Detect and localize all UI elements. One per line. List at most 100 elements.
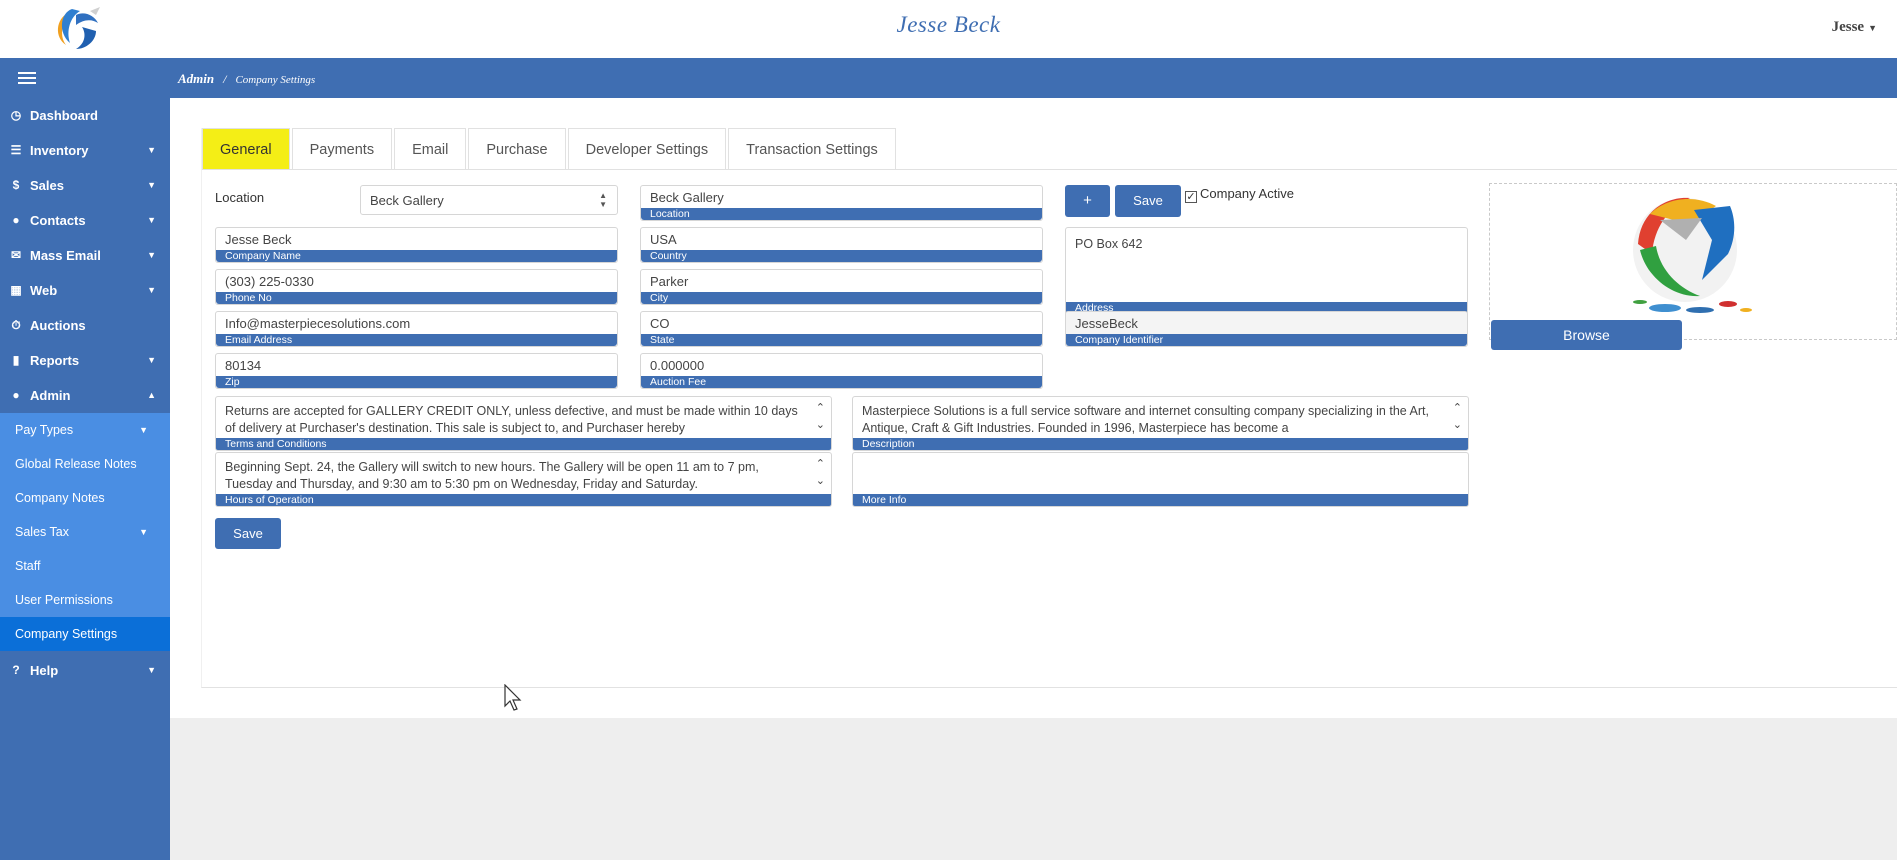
phone-value: (303) 225-0330 <box>225 274 314 289</box>
add-location-button[interactable]: + <box>1065 185 1110 217</box>
email-field[interactable]: Info@masterpiecesolutions.com Email Addr… <box>215 311 618 347</box>
scroll-arrows-icon[interactable]: ⌃ ⌄ <box>1453 400 1462 434</box>
tab-bar: General Payments Email Purchase Develope… <box>202 128 898 170</box>
more-info-textarea[interactable]: More Info <box>852 452 1469 507</box>
company-name-label: Company Name <box>216 250 617 262</box>
save-top-button[interactable]: Save <box>1115 185 1181 217</box>
email-label: Email Address <box>216 334 617 346</box>
settings-card: General Payments Email Purchase Develope… <box>201 128 1897 688</box>
hours-label: Hours of Operation <box>216 494 831 506</box>
sidebar-item-label: Contacts <box>30 213 86 228</box>
caret-down-icon: ▼ <box>139 527 148 537</box>
phone-field[interactable]: (303) 225-0330 Phone No <box>215 269 618 305</box>
terms-label: Terms and Conditions <box>216 438 831 450</box>
dollar-icon: $ <box>12 178 20 192</box>
tab-payments[interactable]: Payments <box>291 128 393 170</box>
mouse-cursor-icon <box>504 683 522 717</box>
sidebar-item-label: Company Settings <box>15 627 118 641</box>
description-textarea[interactable]: Masterpiece Solutions is a full service … <box>852 396 1469 451</box>
sidebar-item-web[interactable]: ▦ Web ▼ <box>0 273 170 308</box>
caret-down-icon: ▼ <box>147 285 156 295</box>
auction-fee-value: 0.000000 <box>650 358 705 373</box>
sidebar-item-inventory[interactable]: ☰ Inventory ▼ <box>0 133 170 168</box>
caret-down-icon: ▼ <box>147 355 156 365</box>
user-menu[interactable]: Jesse ▼ <box>1832 19 1877 36</box>
hours-textarea[interactable]: Beginning Sept. 24, the Gallery will swi… <box>215 452 832 507</box>
sidebar-item-sales-tax[interactable]: Sales Tax ▼ <box>0 515 170 549</box>
sidebar-item-mass-email[interactable]: ✉ Mass Email ▼ <box>0 238 170 273</box>
scroll-arrows-icon[interactable]: ⌃ ⌄ <box>816 400 825 434</box>
tab-email[interactable]: Email <box>394 128 467 170</box>
sidebar-item-help[interactable]: ? Help ▼ <box>0 653 170 688</box>
terms-value: Returns are accepted for GALLERY CREDIT … <box>225 404 798 435</box>
company-logo-image <box>1633 197 1752 313</box>
zip-field[interactable]: 80134 Zip <box>215 353 618 389</box>
phone-label: Phone No <box>216 292 617 304</box>
sidebar-item-admin[interactable]: ● Admin ▲ <box>0 378 170 413</box>
tab-general[interactable]: General <box>202 128 290 170</box>
city-field[interactable]: Parker City <box>640 269 1043 305</box>
save-bottom-button[interactable]: Save <box>215 518 281 549</box>
hamburger-menu-icon[interactable] <box>18 72 36 84</box>
sidebar-item-company-settings[interactable]: Company Settings <box>0 617 170 651</box>
more-info-value <box>862 459 1444 493</box>
sidebar-item-reports[interactable]: ▮ Reports ▼ <box>0 343 170 378</box>
location-select-value: Beck Gallery <box>370 193 444 208</box>
sidebar-item-label: Pay Types <box>15 423 74 437</box>
location-select[interactable]: Beck Gallery ▲ ▼ <box>360 185 618 215</box>
app-title: Jesse Beck <box>896 12 1001 37</box>
company-logo-dropzone[interactable] <box>1489 183 1897 340</box>
terms-textarea[interactable]: Returns are accepted for GALLERY CREDIT … <box>215 396 832 451</box>
caret-up-icon: ▲ <box>147 390 156 400</box>
company-active-checkbox[interactable]: ✓ Company Active <box>1185 186 1294 203</box>
sidebar-item-contacts[interactable]: ● Contacts ▼ <box>0 203 170 238</box>
tab-developer-settings[interactable]: Developer Settings <box>567 128 727 170</box>
sidebar-item-staff[interactable]: Staff <box>0 549 170 583</box>
city-label: City <box>641 292 1042 304</box>
description-label: Description <box>853 438 1468 450</box>
browse-button[interactable]: Browse <box>1491 320 1682 350</box>
breadcrumb-root[interactable]: Admin <box>178 71 214 86</box>
timer-icon: ⏱ <box>11 318 21 332</box>
sidebar-item-dashboard[interactable]: ◷ Dashboard <box>0 98 170 133</box>
caret-down-icon: ▼ <box>147 180 156 190</box>
more-info-label: More Info <box>853 494 1468 506</box>
user-icon: ● <box>12 213 20 227</box>
caret-down-icon: ▼ <box>1868 22 1877 33</box>
location-field-label: Location <box>641 208 1042 220</box>
caret-down-icon: ▼ <box>147 665 156 675</box>
sidebar-item-pay-types[interactable]: Pay Types ▼ <box>0 413 170 447</box>
city-value: Parker <box>650 274 689 289</box>
sidebar-item-label: Help <box>30 663 59 678</box>
main-panel: General Payments Email Purchase Develope… <box>170 98 1897 718</box>
company-identifier-field[interactable]: JesseBeck Company Identifier <box>1065 311 1468 347</box>
sidebar-item-label: Mass Email <box>30 248 101 263</box>
tab-divider <box>202 169 1897 170</box>
sidebar-item-label: Dashboard <box>30 108 98 123</box>
location-field-value: Beck Gallery <box>650 190 724 205</box>
caret-down-icon: ▼ <box>147 145 156 155</box>
auction-fee-field[interactable]: 0.000000 Auction Fee <box>640 353 1043 389</box>
scroll-arrows-icon[interactable]: ⌃ ⌄ <box>816 456 825 490</box>
company-name-field[interactable]: Jesse Beck Company Name <box>215 227 618 263</box>
company-active-label: Company Active <box>1200 186 1294 201</box>
caret-down-icon: ▼ <box>147 250 156 260</box>
sidebar-item-label: Inventory <box>30 143 89 158</box>
location-field[interactable]: Beck Gallery Location <box>640 185 1043 221</box>
description-value: Masterpiece Solutions is a full service … <box>862 404 1429 435</box>
tab-purchase[interactable]: Purchase <box>468 128 566 170</box>
list-icon: ☰ <box>10 143 22 157</box>
sidebar-item-global-release-notes[interactable]: Global Release Notes <box>0 447 170 481</box>
sidebar-item-company-notes[interactable]: Company Notes <box>0 481 170 515</box>
sidebar-item-label: Auctions <box>30 318 86 333</box>
hours-value: Beginning Sept. 24, the Gallery will swi… <box>225 460 759 491</box>
sidebar-item-user-permissions[interactable]: User Permissions <box>0 583 170 617</box>
address-field[interactable]: PO Box 642 Address <box>1065 227 1468 315</box>
clipboard-icon: ▮ <box>12 353 20 367</box>
sidebar-item-sales[interactable]: $ Sales ▼ <box>0 168 170 203</box>
country-field[interactable]: USA Country <box>640 227 1043 263</box>
sidebar-item-label: Admin <box>30 388 71 403</box>
tab-transaction-settings[interactable]: Transaction Settings <box>728 128 896 170</box>
sidebar-item-auctions[interactable]: ⏱ Auctions <box>0 308 170 343</box>
state-field[interactable]: CO State <box>640 311 1043 347</box>
